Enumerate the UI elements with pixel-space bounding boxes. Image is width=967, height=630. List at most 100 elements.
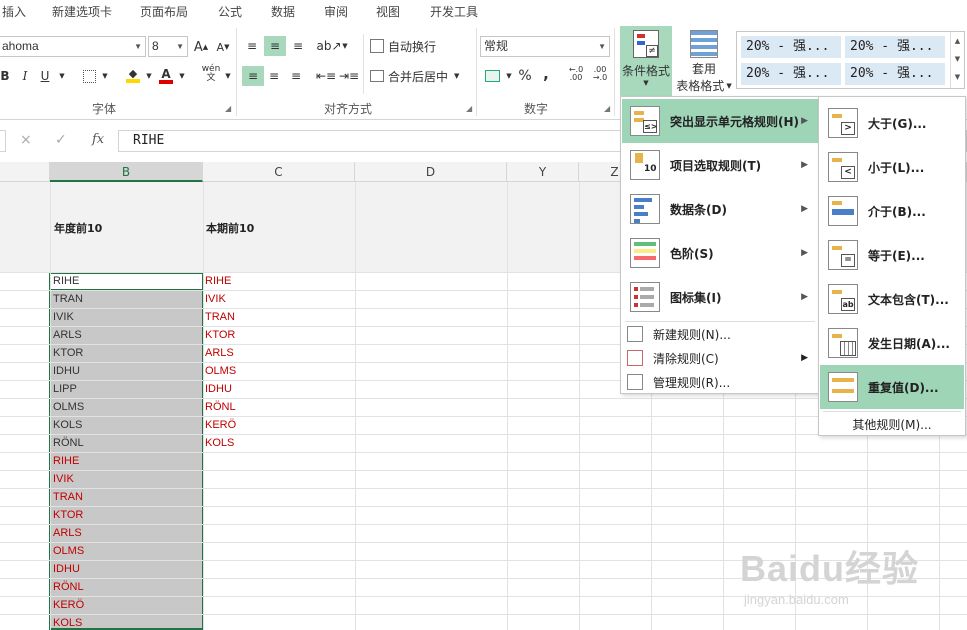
menu-item-between[interactable]: 介于(B)... [820,189,964,233]
cell-style-4[interactable]: 20% - 强... [845,63,945,85]
menu-item-less-than[interactable]: < 小于(L)... [820,145,964,189]
menu-item-clear-rules[interactable]: 清除规则(C) ▶ [622,347,818,369]
font-size-combo[interactable]: 8 ▼ [148,36,188,57]
dialog-launcher-icon[interactable]: ◢ [604,104,610,113]
conditional-format-button[interactable]: ≠ 条件格式 ▼ [620,26,672,98]
tab-insert[interactable]: 插入 [2,3,26,20]
menu-item-date-occurring[interactable]: 发生日期(A)... [820,321,964,365]
number-format-combo[interactable]: 常规 ▼ [480,36,610,57]
cell-c[interactable]: KERÖ [202,416,236,434]
decrease-indent-button[interactable]: ⇤≡ [316,66,336,86]
gallery-scroll[interactable]: ▲ ▼ ▼ [950,32,964,88]
dialog-launcher-icon[interactable]: ◢ [225,104,231,113]
cell-style-3[interactable]: 20% - 强... [741,63,841,85]
menu-item-data-bars[interactable]: 数据条(D) ▶ [622,187,818,231]
cell-c[interactable]: ARLS [202,344,234,362]
menu-item-highlight-rules[interactable]: ≤> 突出显示单元格规则(H) ▶ [622,99,818,143]
header-cell-c[interactable]: 本期前10 [206,220,254,236]
cell-b[interactable]: IVIK [50,308,74,326]
column-header-d[interactable]: D [355,162,507,182]
cell-b[interactable]: KOLS [50,614,82,630]
cell-b[interactable]: RIHE [50,272,79,290]
cell-c[interactable]: RÖNL [202,398,236,416]
cell-b[interactable]: ARLS [50,326,82,344]
dialog-launcher-icon[interactable]: ◢ [466,104,472,113]
cancel-icon[interactable]: × [20,132,32,148]
cell-b[interactable]: TRAN [50,488,83,506]
chevron-down-icon[interactable]: ▼ [144,66,154,86]
format-as-table-button[interactable]: 套用 表格格式 ▼ [674,26,734,98]
menu-item-manage-rules[interactable]: 管理规则(R)... [622,371,818,393]
tab-view[interactable]: 视图 [376,3,400,20]
grow-font-button[interactable]: A ▲ [193,37,209,57]
insert-function-icon[interactable]: fx [92,132,104,147]
cell-b[interactable]: IDHU [50,362,80,380]
cell-c[interactable]: RIHE [202,272,231,290]
tab-data[interactable]: 数据 [271,3,295,20]
border-button[interactable] [80,66,98,86]
chevron-down-icon[interactable]: ▼ [100,66,110,86]
align-left-button[interactable]: ≡ [242,66,264,86]
menu-item-text-contains[interactable]: ab 文本包含(T)... [820,277,964,321]
menu-item-more-rules[interactable]: 其他规则(M)... [820,413,964,435]
cell-b[interactable]: KOLS [50,416,82,434]
align-bottom-button[interactable]: ≡ [288,36,308,56]
underline-button[interactable]: U [38,66,52,86]
column-header-y[interactable]: Y [507,162,579,182]
italic-button[interactable]: I [20,66,30,86]
chevron-down-icon[interactable]: ▼ [223,66,233,86]
cell-b[interactable]: RÖNL [50,434,84,452]
merge-center-button[interactable]: 合并后居中 ▼ [370,66,468,86]
tab-developer[interactable]: 开发工具 [430,3,478,20]
wrap-text-button[interactable]: 自动换行 [370,36,442,56]
chevron-down-icon[interactable]: ▼ [177,66,187,86]
name-box[interactable] [0,130,6,152]
menu-item-color-scales[interactable]: 色阶(S) ▶ [622,231,818,275]
shrink-font-button[interactable]: A ▼ [215,37,231,57]
cell-b[interactable]: RÖNL [50,578,84,596]
cell-c[interactable]: TRAN [202,308,235,326]
increase-indent-button[interactable]: ⇥≡ [339,66,359,86]
font-name-combo[interactable]: ahoma ▼ [0,36,146,57]
tab-page-layout[interactable]: 页面布局 [140,3,188,20]
cell-b[interactable]: ARLS [50,524,82,542]
cell-b[interactable]: TRAN [50,290,83,308]
enter-icon[interactable]: ✓ [55,132,67,148]
align-center-button[interactable]: ≡ [264,66,284,86]
header-cell-b[interactable]: 年度前10 [54,220,102,236]
cell-c[interactable]: IDHU [202,380,232,398]
bold-button[interactable]: B [0,66,10,86]
column-header-b[interactable]: B [50,162,203,182]
align-top-button[interactable]: ≡ [242,36,262,56]
tab-review[interactable]: 审阅 [324,3,348,20]
menu-item-duplicate-values[interactable]: 重复值(D)... [820,365,964,409]
cell-c[interactable]: IVIK [202,290,226,308]
menu-item-greater-than[interactable]: > 大于(G)... [820,101,964,145]
cell-b[interactable]: OLMS [50,542,84,560]
increase-decimal-button[interactable]: ←.0.00 [566,64,586,84]
column-header-a[interactable] [0,162,50,182]
cell-b[interactable]: RIHE [50,452,79,470]
menu-item-icon-sets[interactable]: 图标集(I) ▶ [622,275,818,319]
cell-c[interactable]: KOLS [202,434,234,452]
accounting-button[interactable] [482,66,502,86]
comma-button[interactable]: , [540,64,552,84]
align-right-button[interactable]: ≡ [286,66,306,86]
cell-b[interactable]: IDHU [50,560,80,578]
fill-color-button[interactable]: ◆ [124,66,142,86]
tab-new-tab[interactable]: 新建选项卡 [52,3,112,20]
phonetic-button[interactable]: wén 文 [200,64,222,84]
cell-style-2[interactable]: 20% - 强... [845,36,945,58]
menu-item-equal-to[interactable]: = 等于(E)... [820,233,964,277]
menu-item-new-rule[interactable]: 新建规则(N)... [622,323,818,345]
chevron-down-icon[interactable]: ▼ [57,66,67,86]
cell-style-1[interactable]: 20% - 强... [741,36,841,58]
align-middle-button[interactable]: ≡ [264,36,286,56]
tab-formulas[interactable]: 公式 [218,3,242,20]
cell-b[interactable]: KTOR [50,344,83,362]
cell-b[interactable]: KTOR [50,506,83,524]
column-header-c[interactable]: C [203,162,355,182]
orientation-button[interactable]: ab↗ [316,36,341,56]
cell-b[interactable]: OLMS [50,398,84,416]
cell-b[interactable]: KERÖ [50,596,84,614]
